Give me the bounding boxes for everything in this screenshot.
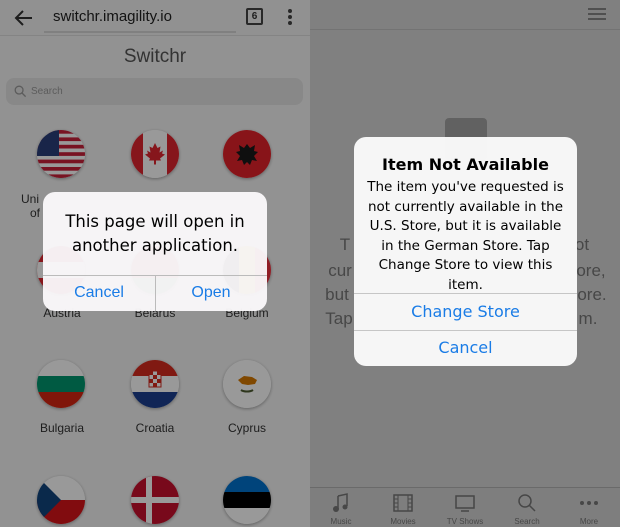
alert-message: This page will open in another applicati… [65,212,245,255]
cancel-button[interactable]: Cancel [354,330,577,366]
switchr-browser-screen: switchr.imagility.io 6 Switchr Search Un… [0,0,310,527]
item-not-available-alert: Item Not Available The item you've reque… [354,137,577,366]
cancel-button[interactable]: Cancel [43,275,155,311]
change-store-button[interactable]: Change Store [354,294,577,330]
alert-title: Item Not Available [382,155,549,174]
itunes-store-screen: T cur but Tap ot ore, ore. m. Music Movi… [310,0,620,527]
open-app-alert: This page will open in another applicati… [43,192,267,311]
open-button[interactable]: Open [155,275,267,311]
alert-message: The item you've requested is not current… [367,179,564,293]
